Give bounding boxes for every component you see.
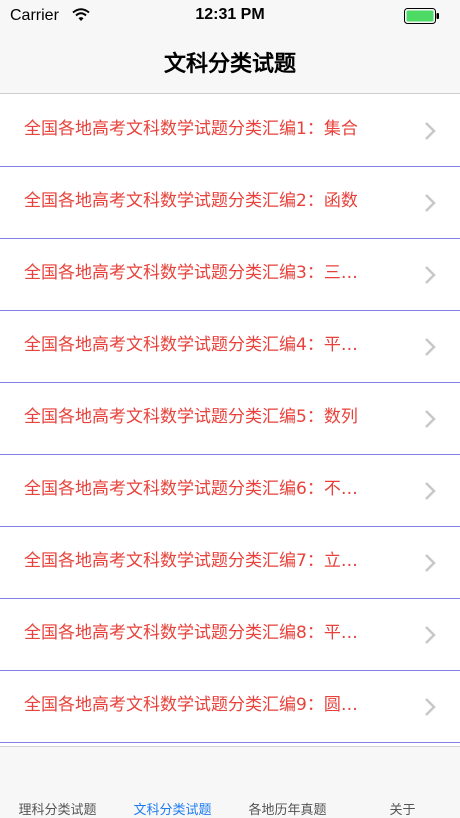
- chevron-right-icon: [425, 122, 436, 140]
- tab-bar: 理科分类试题 文科分类试题 各地历年真题 关于: [0, 746, 460, 818]
- tab-liberal-arts-questions[interactable]: 文科分类试题: [115, 799, 230, 818]
- list-item[interactable]: 全国各地高考文科数学试题分类汇编2：函数: [0, 167, 460, 239]
- chevron-right-icon: [425, 554, 436, 572]
- battery-icon: [404, 8, 439, 24]
- list-item-label: 全国各地高考文科数学试题分类汇编6：不…: [24, 479, 358, 499]
- list-item-label: 全国各地高考文科数学试题分类汇编7：立…: [24, 551, 358, 571]
- tab-science-questions[interactable]: 理科分类试题: [0, 799, 115, 818]
- list-item-label: 全国各地高考文科数学试题分类汇编1：集合: [24, 119, 358, 139]
- chevron-right-icon: [425, 626, 436, 644]
- tab-about[interactable]: 关于: [345, 799, 460, 818]
- chevron-right-icon: [425, 194, 436, 212]
- list-item[interactable]: 全国各地高考文科数学试题分类汇编6：不…: [0, 455, 460, 527]
- list-item[interactable]: 全国各地高考文科数学试题分类汇编1：集合: [0, 95, 460, 167]
- chevron-right-icon: [425, 698, 436, 716]
- list-item-label: 全国各地高考文科数学试题分类汇编8：平…: [24, 623, 358, 643]
- list-item-label: 全国各地高考文科数学试题分类汇编9：圆…: [24, 695, 358, 715]
- status-bar: Carrier 12:31 PM: [0, 0, 460, 32]
- tab-past-exams[interactable]: 各地历年真题: [230, 799, 345, 818]
- list-item[interactable]: 全国各地高考文科数学试题分类汇编5：数列: [0, 383, 460, 455]
- chevron-right-icon: [425, 410, 436, 428]
- chevron-right-icon: [425, 482, 436, 500]
- list-item-label: 全国各地高考文科数学试题分类汇编5：数列: [24, 407, 358, 427]
- list-item[interactable]: 全国各地高考文科数学试题分类汇编8：平…: [0, 599, 460, 671]
- list-item[interactable]: 全国各地高考文科数学试题分类汇编3：三…: [0, 239, 460, 311]
- list-item-label: 全国各地高考文科数学试题分类汇编4：平…: [24, 335, 358, 355]
- chevron-right-icon: [425, 338, 436, 356]
- app-screen: Carrier 12:31 PM 文科分类试题 全国各地高考文科数学试题分类汇编…: [0, 0, 460, 818]
- page-title: 文科分类试题: [163, 52, 296, 77]
- list-item[interactable]: 全国各地高考文科数学试题分类汇编4：平…: [0, 311, 460, 383]
- list-item-label: 全国各地高考文科数学试题分类汇编2：函数: [24, 191, 358, 211]
- question-list: 全国各地高考文科数学试题分类汇编1：集合 全国各地高考文科数学试题分类汇编2：函…: [0, 95, 460, 743]
- clock-time: 12:31 PM: [195, 6, 265, 23]
- navigation-bar: 文科分类试题: [0, 32, 460, 94]
- list-item[interactable]: 全国各地高考文科数学试题分类汇编7：立…: [0, 527, 460, 599]
- chevron-right-icon: [425, 266, 436, 284]
- list-item[interactable]: 全国各地高考文科数学试题分类汇编9：圆…: [0, 671, 460, 743]
- list-item-label: 全国各地高考文科数学试题分类汇编3：三…: [24, 263, 358, 283]
